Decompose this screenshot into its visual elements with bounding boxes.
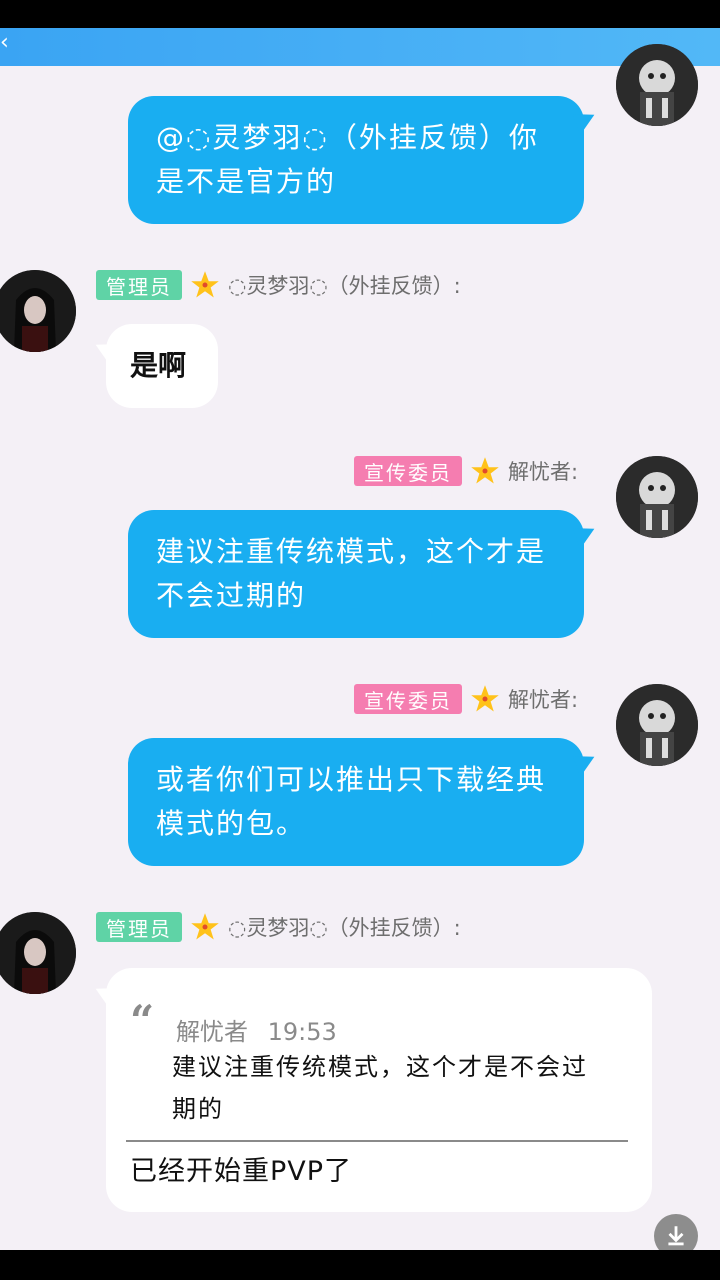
message-meta: 管理员 ◌灵梦羽◌（外挂反馈）: [96,912,461,942]
star-icon [471,685,499,712]
message-bubble[interactable]: 或者你们可以推出只下载经典模式的包。 [128,738,584,866]
promo-badge: 宣传委员 [354,456,462,486]
sender-name: 解忧者: [508,460,579,484]
admin-badge: 管理员 [96,912,182,942]
quote-time: 19:53 [267,1018,337,1046]
message-text: 是啊 [130,349,187,382]
navigation-bar [0,1250,720,1280]
sender-name: ◌灵梦羽◌（外挂反馈）: [228,916,461,940]
message-meta: 宣传委员 解忧者: [354,456,578,486]
sender-name: ◌灵梦羽◌（外挂反馈）: [228,274,461,298]
message-text: 或者你们可以推出只下载经典模式的包。 [156,763,547,840]
star-icon [471,457,499,484]
star-icon [191,271,219,298]
message-bubble[interactable]: @◌灵梦羽◌（外挂反馈）你是不是官方的 [128,96,584,224]
message-text: @◌灵梦羽◌（外挂反馈）你是不是官方的 [156,121,539,198]
message-text: 建议注重传统模式，这个才是不会过期的 [156,535,547,612]
sender-name: 解忧者: [508,688,579,712]
avatar[interactable] [616,684,698,766]
avatar[interactable] [616,44,698,126]
avatar[interactable] [0,912,76,994]
divider [126,1140,628,1142]
chat-header: ‹ [0,28,720,66]
quote-author: 解忧者 [176,1018,248,1046]
message-bubble[interactable]: 是啊 [106,324,218,408]
message-meta: 管理员 ◌灵梦羽◌（外挂反馈）: [96,270,461,300]
admin-badge: 管理员 [96,270,182,300]
promo-badge: 宣传委员 [354,684,462,714]
message-meta: 宣传委员 解忧者: [354,684,578,714]
avatar[interactable] [616,456,698,538]
message-bubble[interactable]: “ 解忧者 19:53 建议注重传统模式，这个才是不会过期的 已经开始重PVP了 [106,968,652,1212]
quote-text: 建议注重传统模式，这个才是不会过期的 [172,1053,588,1123]
message-text: 已经开始重PVP了 [130,1156,353,1187]
quote-icon: “ [130,996,155,1045]
message-bubble[interactable]: 建议注重传统模式，这个才是不会过期的 [128,510,584,638]
status-bar [0,0,720,28]
back-arrow-icon[interactable]: ‹ [0,32,18,54]
avatar[interactable] [0,270,76,352]
star-icon [191,913,219,940]
